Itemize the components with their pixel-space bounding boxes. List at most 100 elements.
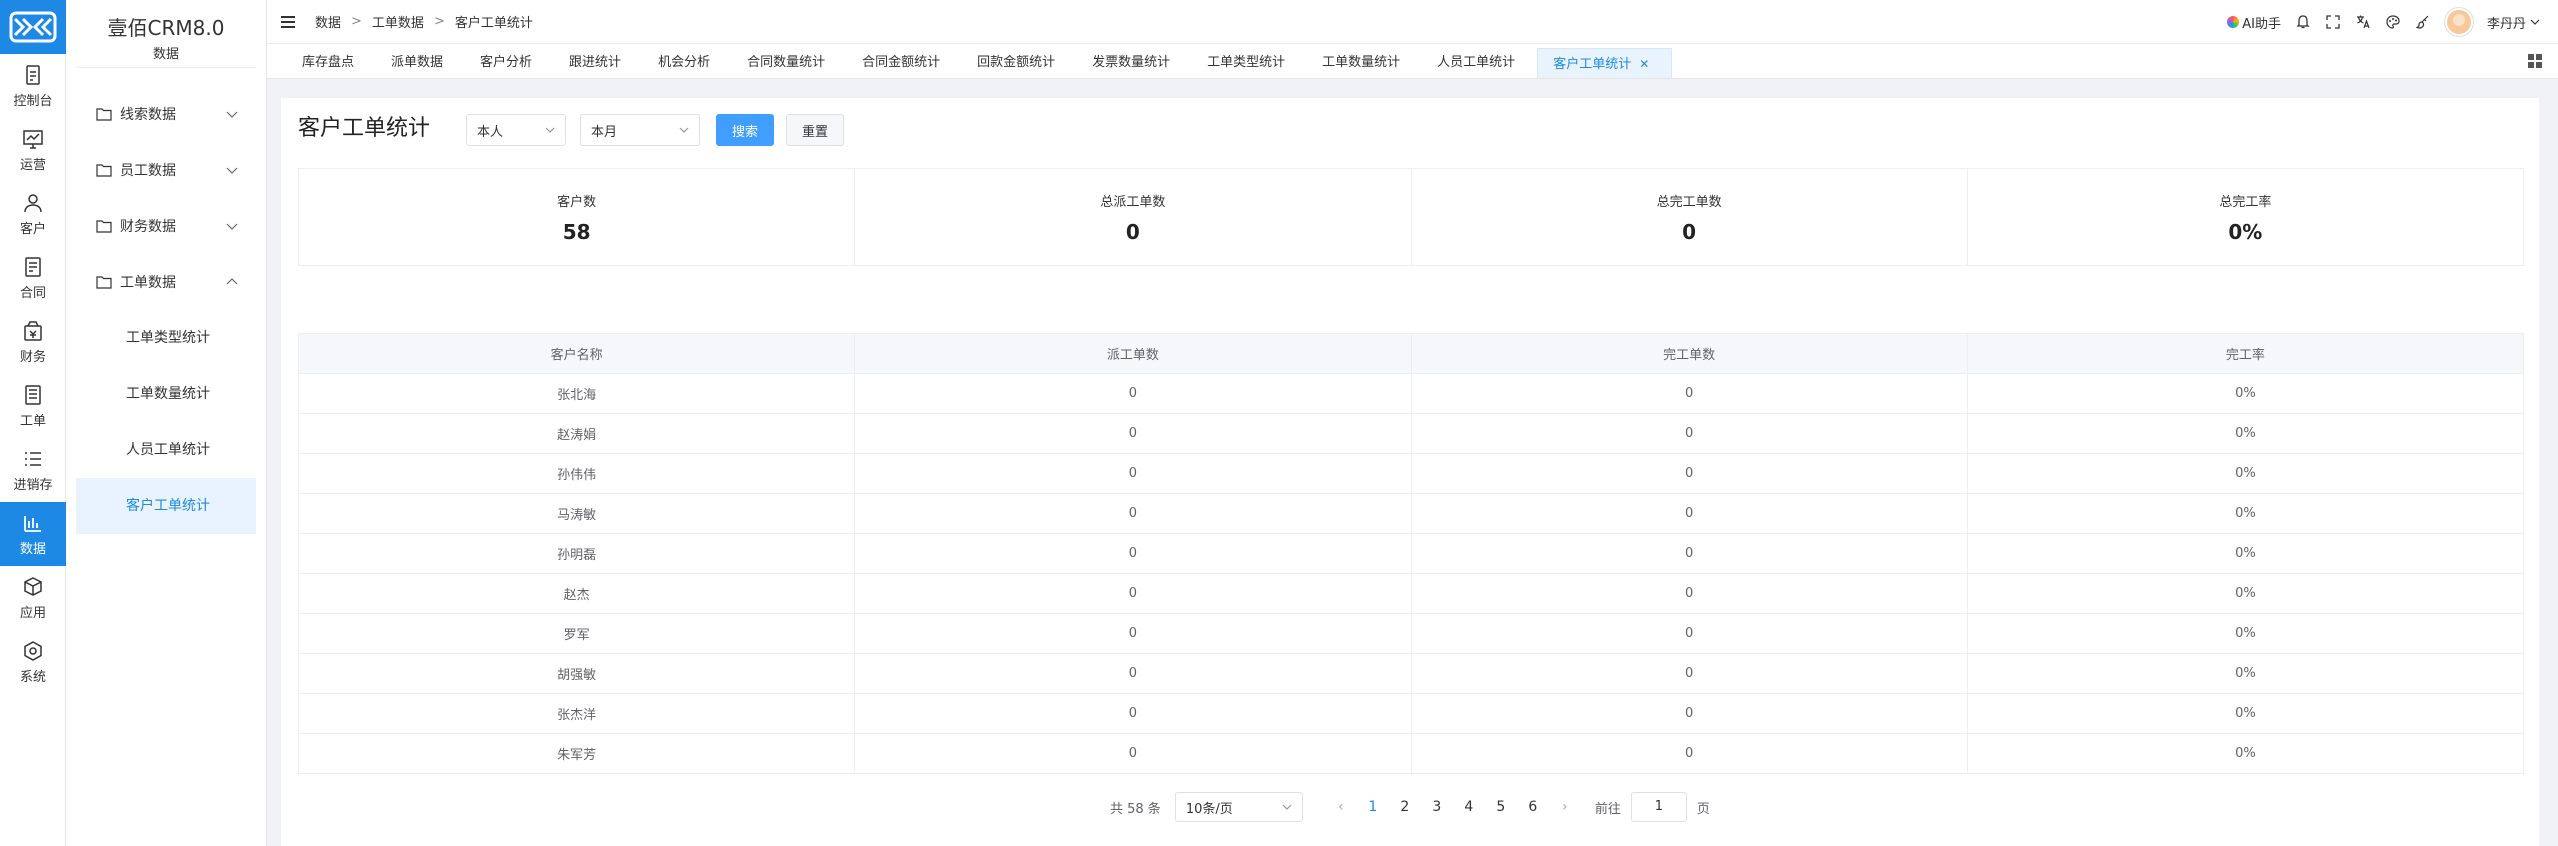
stat-value: 0 (1125, 219, 1140, 244)
rail-item[interactable]: 进销存 (0, 438, 66, 502)
tab[interactable]: 合同数量统计 (732, 48, 847, 78)
tab-label: 客户工单统计 (1553, 57, 1632, 72)
table-cell: 张杰洋 (299, 694, 856, 733)
rail-item[interactable]: 客户 (0, 182, 66, 246)
bell-icon[interactable] (2295, 14, 2311, 30)
sidebar-group-label: 工单数据 (120, 275, 176, 291)
logo-icon (9, 11, 57, 43)
table-cell: 0 (855, 734, 1412, 773)
column-header: 完工单数 (1412, 334, 1968, 373)
brand-title: 壹佰CRM8.0 (107, 16, 225, 40)
tab[interactable]: 合同金额统计 (847, 48, 962, 78)
stat-card: 总完工率 0% (1968, 169, 2523, 265)
table-cell: 0% (2235, 386, 2256, 401)
breadcrumb-item[interactable]: 数据 (315, 12, 341, 31)
app-rail: 控制台 运营 客户 合同 财务 工单 进销存 数据 应用 系统 (0, 0, 66, 846)
rail-item[interactable]: 应用 (0, 566, 66, 630)
table-cell: 0 (1412, 494, 1968, 533)
breadcrumb-separator: > (433, 14, 445, 29)
sidebar-subitem[interactable]: 人员工单统计 (76, 422, 256, 478)
table-cell: 0 (1412, 734, 1968, 773)
tab[interactable]: 机会分析 (643, 48, 732, 78)
search-button[interactable]: 搜索 (716, 114, 774, 146)
tab-label: 工单类型统计 (1207, 55, 1286, 70)
tab[interactable]: 库存盘点 (287, 48, 376, 78)
prev-page-icon[interactable]: ‹ (1325, 799, 1357, 815)
app-logo[interactable] (0, 0, 66, 54)
translate-icon[interactable] (2355, 14, 2371, 30)
table-cell: 0 (855, 654, 1412, 693)
rail-item[interactable]: 运营 (0, 118, 66, 182)
folder-icon (96, 108, 112, 121)
table-cell: 0% (2235, 466, 2256, 481)
page-number[interactable]: 2 (1389, 799, 1421, 815)
top-header: 数据 > 工单数据 > 客户工单统计 AI助手 李丹丹 (267, 0, 2558, 44)
tab[interactable]: 工单数量统计 (1307, 48, 1422, 78)
tab[interactable]: 人员工单统计 (1422, 48, 1537, 78)
next-page-icon[interactable]: › (1549, 799, 1581, 815)
tab-label: 合同金额统计 (862, 55, 941, 70)
table-row: 张杰洋 0 0 0% (299, 694, 2523, 734)
period-filter-select[interactable]: 本月 (580, 114, 700, 146)
table-cell: 0 (1412, 374, 1968, 413)
goto-page-input[interactable]: 1 (1630, 792, 1687, 822)
user-name[interactable]: 李丹丹 (2487, 13, 2526, 32)
palette-icon[interactable] (2385, 14, 2401, 30)
pagination-total: 共 58 条 (1110, 801, 1161, 817)
rail-item[interactable]: 系统 (0, 630, 66, 694)
fullscreen-icon[interactable] (2325, 14, 2341, 30)
customer-ticket-table: 客户名称 派工单数 完工单数 完工率 张北海 0 0 0% 赵涛娟 0 0 0% 孙伟伟 0 0 0% 马涛敏 0… (298, 333, 2524, 774)
chevron-down-icon[interactable] (2530, 17, 2540, 27)
hamburger-icon[interactable] (281, 15, 295, 28)
tab-label: 人员工单统计 (1437, 55, 1516, 70)
table-header-row: 客户名称 派工单数 完工单数 完工率 (299, 334, 2523, 374)
page-number[interactable]: 1 (1357, 799, 1389, 815)
page-number[interactable]: 3 (1421, 799, 1453, 815)
chevron-down-icon (226, 223, 238, 230)
table-cell: 0% (2235, 546, 2256, 561)
theme-brush-icon[interactable] (2415, 14, 2431, 30)
table-cell: 赵涛娟 (299, 414, 856, 453)
sidebar-group[interactable]: 线索数据 (66, 86, 266, 142)
table-cell: 0 (855, 494, 1412, 533)
tab[interactable]: 客户工单统计 ✕ (1537, 48, 1673, 78)
table-row: 张北海 0 0 0% (299, 374, 2523, 414)
table-row: 赵杰 0 0 0% (299, 574, 2523, 614)
tab[interactable]: 发票数量统计 (1077, 48, 1192, 78)
sidebar-subitem[interactable]: 工单类型统计 (76, 310, 256, 366)
tab-label: 机会分析 (658, 55, 711, 70)
rail-item[interactable]: 合同 (0, 246, 66, 310)
tab[interactable]: 跟进统计 (554, 48, 643, 78)
stat-card: 总派工单数 0 (855, 169, 1412, 265)
sidebar-group[interactable]: 财务数据 (66, 198, 266, 254)
reset-button[interactable]: 重置 (786, 114, 844, 146)
table-row: 朱军芳 0 0 0% (299, 734, 2523, 774)
tabs-menu-icon[interactable] (2528, 54, 2542, 68)
tab[interactable]: 派单数据 (376, 48, 465, 78)
table-cell: 0% (2235, 626, 2256, 641)
table-cell: 孙伟伟 (299, 454, 856, 493)
tab[interactable]: 回款金额统计 (962, 48, 1077, 78)
close-icon[interactable]: ✕ (1639, 57, 1649, 71)
sidebar-group[interactable]: 工单数据 (66, 254, 266, 310)
person-filter-select[interactable]: 本人 (466, 114, 566, 146)
page-number[interactable]: 4 (1453, 799, 1485, 815)
page-size-select[interactable]: 10条/页 (1174, 792, 1303, 822)
rail-item[interactable]: 数据 (0, 502, 66, 566)
chevron-up-icon (226, 278, 238, 285)
page-number[interactable]: 5 (1485, 799, 1517, 815)
ai-icon (2227, 16, 2240, 28)
pagination: 共 58 条 10条/页 ‹ 123456 › 前往 1 页 (1110, 790, 1710, 824)
tab[interactable]: 客户分析 (465, 48, 554, 78)
rail-item[interactable]: 财务 (0, 310, 66, 374)
rail-item[interactable]: 工单 (0, 374, 66, 438)
tab[interactable]: 工单类型统计 (1192, 48, 1307, 78)
page-number[interactable]: 6 (1517, 799, 1549, 815)
user-avatar[interactable] (2444, 8, 2473, 36)
breadcrumb-item[interactable]: 工单数据 (372, 12, 424, 31)
sidebar-subitem[interactable]: 客户工单统计 (76, 478, 256, 534)
sidebar-group[interactable]: 员工数据 (66, 142, 266, 198)
ai-assistant-button[interactable]: AI助手 (2227, 13, 2281, 32)
rail-item[interactable]: 控制台 (0, 54, 66, 118)
sidebar-subitem[interactable]: 工单数量统计 (76, 366, 256, 422)
